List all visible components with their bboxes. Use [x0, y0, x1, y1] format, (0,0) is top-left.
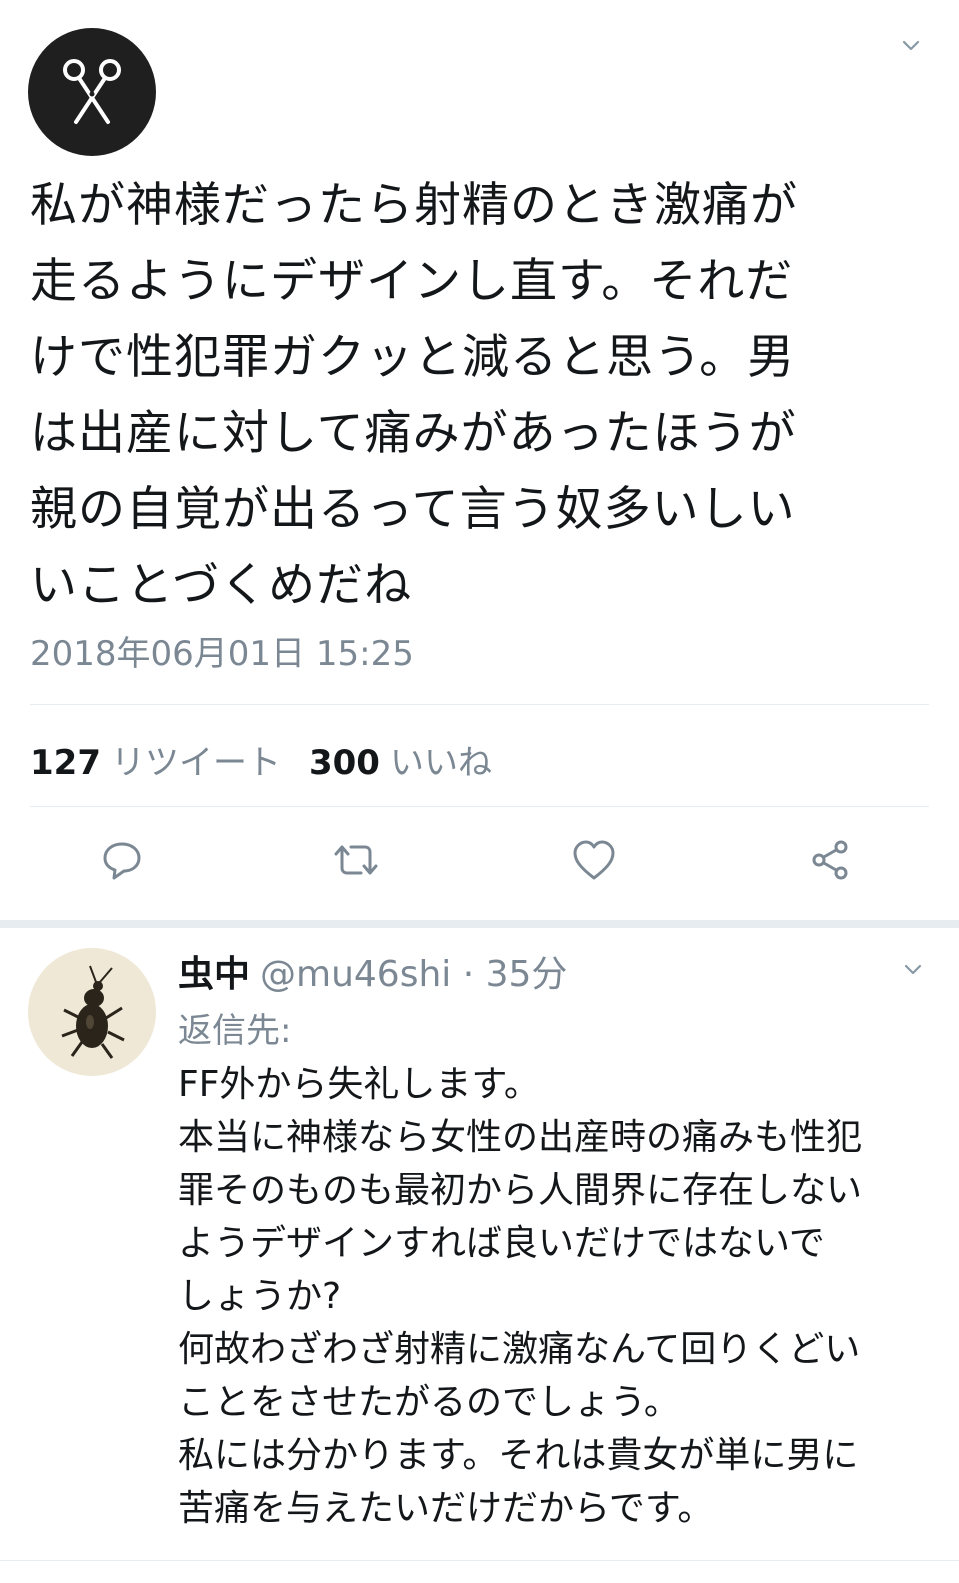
reply-header: 虫中 @mu46shi · 35分: [178, 945, 567, 997]
section-separator: [0, 920, 959, 928]
scissors-icon: [63, 59, 121, 124]
divider: [0, 1560, 959, 1561]
tweet-actions: [0, 830, 959, 900]
reply-author-avatar[interactable]: [28, 948, 156, 1076]
reply-to-label[interactable]: 返信先:: [178, 1003, 291, 1052]
like-count: 300: [308, 743, 380, 783]
retweet-count: 127: [30, 743, 101, 783]
reply-text: FF外から失礼します。 本当に神様なら女性の出産時の痛みも性犯 罪そのものも最初…: [178, 1064, 863, 1529]
share-icon: [812, 840, 848, 880]
heart-icon: [573, 840, 615, 880]
chevron-down-icon[interactable]: [900, 34, 922, 56]
reply-author-name[interactable]: 虫中: [178, 954, 250, 995]
retweet-stat[interactable]: 127 リツイート: [30, 735, 281, 784]
reply-author-handle[interactable]: @mu46shi · 35分: [260, 954, 567, 995]
reply-button[interactable]: [92, 830, 152, 890]
like-stat[interactable]: 300 いいね: [309, 735, 492, 784]
retweet-button[interactable]: [326, 830, 386, 890]
beetle-icon: [61, 965, 125, 1059]
divider: [30, 806, 929, 807]
author-avatar[interactable]: [28, 28, 156, 156]
divider: [30, 704, 929, 705]
like-button[interactable]: [564, 830, 624, 890]
like-label: いいね: [389, 743, 492, 783]
tweet-stats: 127 リツイート 300 いいね: [30, 735, 492, 784]
chevron-down-icon[interactable]: [902, 958, 924, 980]
reply-icon: [103, 842, 141, 880]
share-button[interactable]: [800, 830, 860, 890]
retweet-icon: [334, 845, 378, 875]
tweet-timestamp: 2018年06月01日 15:25: [30, 634, 414, 674]
tweet-text: 私が神様だったら射精のとき激痛が 走るようにデザインし直す。それだ けで性犯罪ガ…: [30, 178, 798, 613]
retweet-label: リツイート: [110, 743, 281, 783]
